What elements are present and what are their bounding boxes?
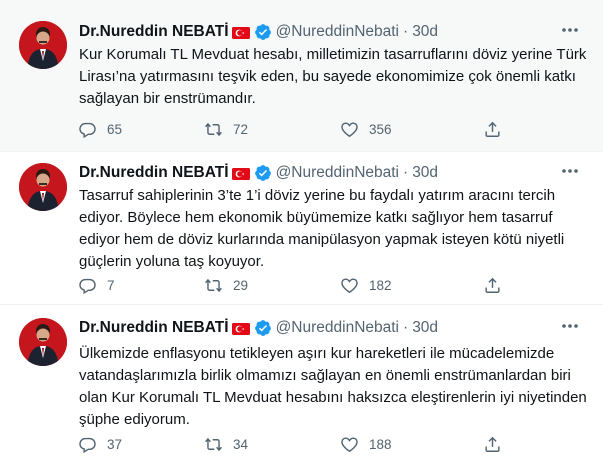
share-button[interactable] [483,118,502,140]
tweet-text-line: Ülkemizde enflasyonu tetikleyen aşırı ku… [79,345,555,362]
like-count: 188 [369,436,392,452]
separator: · [403,23,409,40]
like-count: 182 [369,277,392,293]
turkish-flag-icon [231,26,250,39]
retweet-button[interactable]: 72 [204,118,248,140]
separator: · [403,319,409,336]
tweet-text-line: olan Kur Korumalı TL Mevduat hesabını ha… [79,389,587,406]
retweet-count: 72 [233,121,249,137]
tweet[interactable]: Dr.Nureddin NEBATİ @NureddinNebati · 30d… [0,0,603,152]
more-icon[interactable] [559,161,581,181]
like-button[interactable]: 356 [340,118,392,140]
reply-icon [78,435,97,454]
reply-icon [78,120,97,139]
tweet-text-line: Lirası’na yatırmasını teşvik eden, bu sa… [79,68,576,85]
like-button[interactable]: 182 [340,274,392,296]
tweet-header: Dr.Nureddin NEBATİ @NureddinNebati · 30d [79,318,438,338]
tweet-text: Ülkemizde enflasyonu tetikleyen aşırı ku… [79,343,589,431]
retweet-icon [204,276,223,295]
share-button[interactable] [483,433,502,455]
verified-badge-icon [254,23,272,41]
tweet-actions: 37 34 188 [72,433,512,455]
like-icon [340,435,359,454]
like-button[interactable]: 188 [340,433,392,455]
avatar[interactable] [19,21,67,69]
tweet-text-line: sağlayan bir enstrümandır. [79,90,256,107]
tweet-text: Kur Korumalı TL Mevduat hesabı, milletim… [79,44,589,110]
retweet-icon [204,435,223,454]
separator: · [403,164,409,181]
tweet-text: Tasarruf sahiplerinin 3’te 1’i döviz yer… [79,185,589,273]
retweet-icon [204,120,223,139]
reply-count: 7 [107,277,115,293]
tweet-actions: 65 72 356 [72,118,512,140]
tweet-header: Dr.Nureddin NEBATİ @NureddinNebati · 30d [79,163,438,183]
avatar[interactable] [19,163,67,211]
tweet[interactable]: Dr.Nureddin NEBATİ @NureddinNebati · 30d… [0,305,603,466]
retweet-button[interactable]: 29 [204,274,248,296]
tweet-thread: Dr.Nureddin NEBATİ @NureddinNebati · 30d… [0,0,603,466]
share-button[interactable] [483,274,502,296]
tweet-text-line: ediyor. Böylece hem ekonomik büyümemize … [79,209,553,226]
reply-count: 37 [107,436,123,452]
turkish-flag-icon [231,322,250,335]
tweet-text-line: Tasarruf sahiplerinin 3’te 1’i döviz yer… [79,187,556,204]
tweet-text-line: şüphe ediyorum. [79,411,190,428]
author-name[interactable]: Dr.Nureddin NEBATİ [79,319,229,337]
turkish-flag-icon [231,167,250,180]
reply-button[interactable]: 37 [78,433,122,455]
author-handle[interactable]: @NureddinNebati [276,164,399,182]
like-icon [340,276,359,295]
author-name[interactable]: Dr.Nureddin NEBATİ [79,23,229,41]
retweet-count: 29 [233,277,249,293]
tweet-text-line: vatandaşlarımızla birlik olmamızı sağlay… [79,367,571,384]
like-icon [340,120,359,139]
share-icon [483,435,502,454]
timestamp[interactable]: 30d [412,164,438,182]
timestamp[interactable]: 30d [412,23,438,41]
author-name[interactable]: Dr.Nureddin NEBATİ [79,164,229,182]
reply-button[interactable]: 65 [78,118,122,140]
reply-button[interactable]: 7 [78,274,115,296]
tweet-actions: 7 29 182 [72,274,512,296]
author-handle[interactable]: @NureddinNebati [276,319,399,337]
reply-icon [78,276,97,295]
tweet-text-line: ediyor hem de döviz kurlarında manipülas… [79,231,565,248]
verified-badge-icon [254,319,272,337]
share-icon [483,276,502,295]
reply-count: 65 [107,121,123,137]
tweet-header: Dr.Nureddin NEBATİ @NureddinNebati · 30d [79,22,438,42]
more-icon[interactable] [559,20,581,40]
like-count: 356 [369,121,392,137]
tweet[interactable]: Dr.Nureddin NEBATİ @NureddinNebati · 30d… [0,152,603,305]
retweet-button[interactable]: 34 [204,433,248,455]
author-handle[interactable]: @NureddinNebati [276,23,399,41]
share-icon [483,120,502,139]
avatar[interactable] [19,318,67,366]
more-icon[interactable] [559,316,581,336]
retweet-count: 34 [233,436,249,452]
tweet-text-line: Kur Korumalı TL Mevduat hesabı, milletim… [79,46,587,63]
verified-badge-icon [254,164,272,182]
timestamp[interactable]: 30d [412,319,438,337]
tweet-text-line: güçlerin yoluna taş koyuyor. [79,253,265,270]
